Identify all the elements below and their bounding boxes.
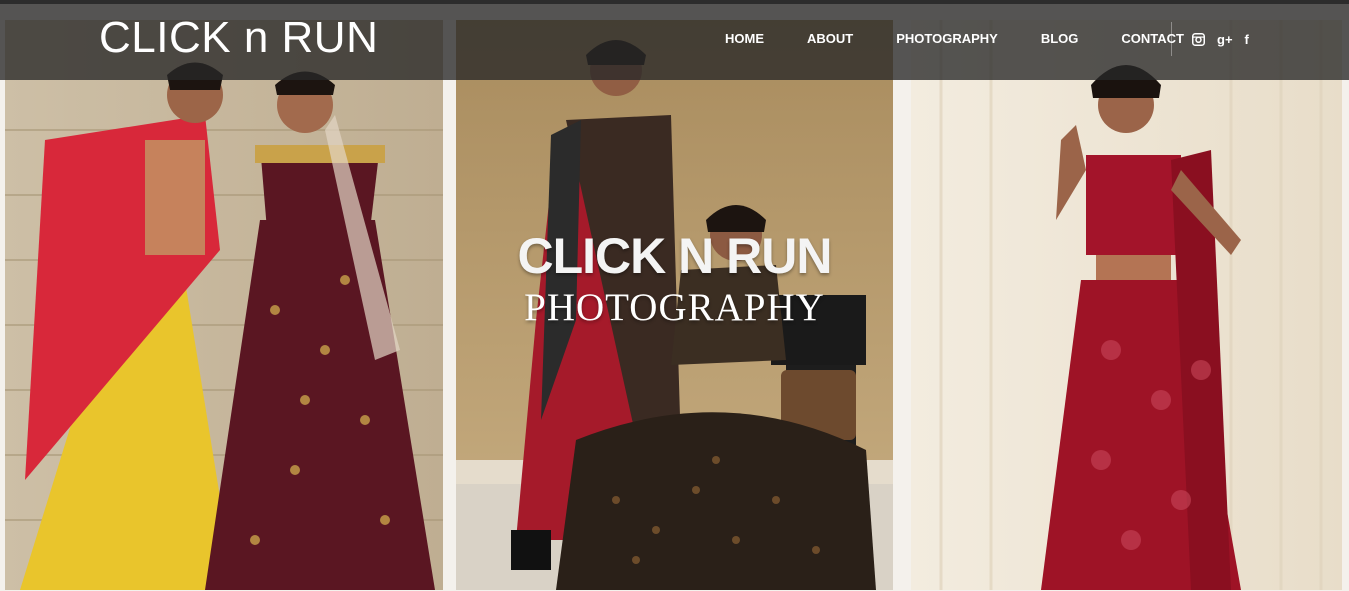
facebook-icon[interactable]: f xyxy=(1245,30,1249,48)
social-links: g+ f xyxy=(1192,30,1261,48)
site-logo[interactable]: CLICK n RUN xyxy=(99,12,378,64)
nav-divider xyxy=(1171,22,1172,56)
photo-model-red-saree xyxy=(911,20,1342,590)
gallery-photo-1[interactable] xyxy=(5,20,443,590)
page: CLICK n RUN HOME ABOUT PHOTOGRAPHY BLOG … xyxy=(0,0,1349,591)
photo-gallery xyxy=(0,0,1349,591)
nav-blog[interactable]: BLOG xyxy=(1041,28,1079,50)
instagram-icon[interactable] xyxy=(1192,30,1205,48)
photo-two-models-chair xyxy=(456,20,893,590)
nav-about[interactable]: ABOUT xyxy=(807,28,853,50)
gallery-photo-2[interactable] xyxy=(456,20,893,590)
nav-photography[interactable]: PHOTOGRAPHY xyxy=(896,28,998,50)
google-plus-icon[interactable]: g+ xyxy=(1217,30,1233,48)
nav-home[interactable]: HOME xyxy=(725,28,764,50)
main-nav: HOME ABOUT PHOTOGRAPHY BLOG CONTACT xyxy=(705,28,1227,50)
site-header: CLICK n RUN HOME ABOUT PHOTOGRAPHY BLOG … xyxy=(0,0,1349,80)
photo-two-models-lehenga xyxy=(5,20,443,590)
nav-contact[interactable]: CONTACT xyxy=(1121,28,1184,50)
gallery-photo-3[interactable] xyxy=(911,20,1342,590)
